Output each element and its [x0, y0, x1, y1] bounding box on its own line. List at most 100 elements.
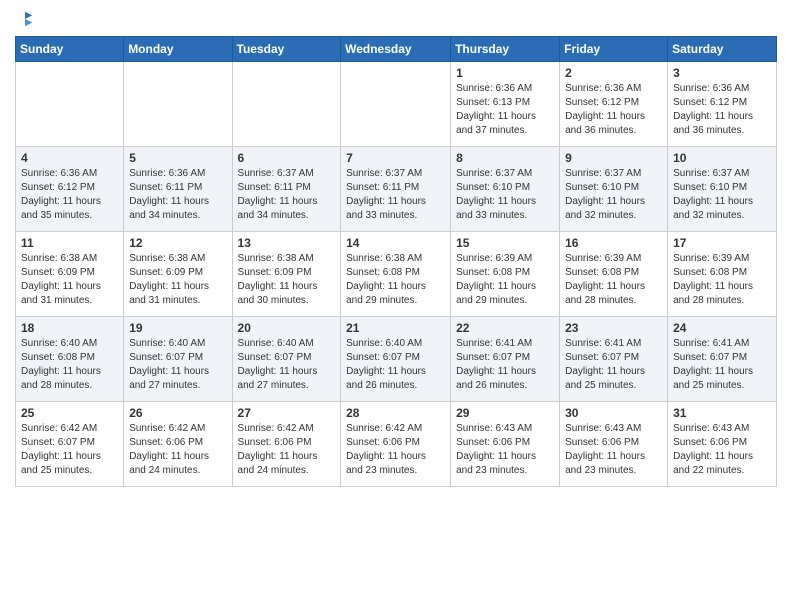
day-number: 6 — [238, 151, 336, 165]
day-info: Sunrise: 6:40 AMSunset: 6:07 PMDaylight:… — [238, 337, 336, 393]
calendar-header-monday: Monday — [124, 37, 232, 62]
calendar-cell: 7 Sunrise: 6:37 AMSunset: 6:11 PMDaylight… — [341, 147, 451, 232]
day-number: 30 — [565, 406, 662, 420]
calendar-cell: 16Sunrise: 6:39 AMSunset: 6:08 PMDayligh… — [560, 232, 668, 317]
calendar-cell: 31 Sunrise: 6:43 AMSunset: 6:06 PMDayligh… — [668, 402, 777, 487]
calendar-cell: 24Sunrise: 6:41 AMSunset: 6:07 PMDayligh… — [668, 317, 777, 402]
logo-flag-icon — [16, 10, 34, 28]
day-number: 27 — [238, 406, 336, 420]
day-number: 8 — [456, 151, 554, 165]
day-info: Sunrise: 6:43 AMSunset: 6:06 PMDaylight:… — [673, 422, 771, 478]
day-number: 20 — [238, 321, 336, 335]
calendar-cell: 30 Sunrise: 6:43 AMSunset: 6:06 PMDayligh… — [560, 402, 668, 487]
day-info: Sunrise: 6:36 AMSunset: 6:12 PMDaylight:… — [565, 82, 662, 138]
calendar-header-wednesday: Wednesday — [341, 37, 451, 62]
day-number: 2 — [565, 66, 662, 80]
calendar-cell: 6 Sunrise: 6:37 AMSunset: 6:11 PMDaylight… — [232, 147, 341, 232]
day-number: 31 — [673, 406, 771, 420]
day-info: Sunrise: 6:41 AMSunset: 6:07 PMDaylight:… — [456, 337, 554, 393]
day-info: Sunrise: 6:39 AMSunset: 6:08 PMDaylight:… — [673, 252, 771, 308]
day-number: 3 — [673, 66, 771, 80]
calendar-cell: 18 Sunrise: 6:40 AMSunset: 6:08 PMDayligh… — [16, 317, 124, 402]
calendar-cell: 15Sunrise: 6:39 AMSunset: 6:08 PMDayligh… — [451, 232, 560, 317]
day-info: Sunrise: 6:42 AMSunset: 6:06 PMDaylight:… — [346, 422, 445, 478]
calendar-cell — [341, 62, 451, 147]
day-number: 26 — [129, 406, 226, 420]
header — [15, 10, 777, 28]
day-number: 4 — [21, 151, 118, 165]
day-info: Sunrise: 6:36 AMSunset: 6:12 PMDaylight:… — [21, 167, 118, 223]
day-info: Sunrise: 6:40 AMSunset: 6:08 PMDaylight:… — [21, 337, 118, 393]
day-number: 28 — [346, 406, 445, 420]
day-info: Sunrise: 6:42 AMSunset: 6:07 PMDaylight:… — [21, 422, 118, 478]
day-number: 22 — [456, 321, 554, 335]
calendar-cell: 25Sunrise: 6:42 AMSunset: 6:07 PMDayligh… — [16, 402, 124, 487]
day-info: Sunrise: 6:43 AMSunset: 6:06 PMDaylight:… — [456, 422, 554, 478]
calendar-header-thursday: Thursday — [451, 37, 560, 62]
day-info: Sunrise: 6:39 AMSunset: 6:08 PMDaylight:… — [565, 252, 662, 308]
calendar-week-2: 4 Sunrise: 6:36 AMSunset: 6:12 PMDaylight… — [16, 147, 777, 232]
calendar-cell: 21 Sunrise: 6:40 AMSunset: 6:07 PMDayligh… — [341, 317, 451, 402]
calendar-cell: 26 Sunrise: 6:42 AMSunset: 6:06 PMDayligh… — [124, 402, 232, 487]
calendar-week-3: 11 Sunrise: 6:38 AMSunset: 6:09 PMDayligh… — [16, 232, 777, 317]
day-info: Sunrise: 6:38 AMSunset: 6:09 PMDaylight:… — [129, 252, 226, 308]
calendar-cell: 9Sunrise: 6:37 AMSunset: 6:10 PMDaylight… — [560, 147, 668, 232]
day-info: Sunrise: 6:38 AMSunset: 6:09 PMDaylight:… — [238, 252, 336, 308]
day-info: Sunrise: 6:42 AMSunset: 6:06 PMDaylight:… — [129, 422, 226, 478]
day-info: Sunrise: 6:38 AMSunset: 6:08 PMDaylight:… — [346, 252, 445, 308]
calendar-cell: 5 Sunrise: 6:36 AMSunset: 6:11 PMDaylight… — [124, 147, 232, 232]
calendar-cell: 8 Sunrise: 6:37 AMSunset: 6:10 PMDaylight… — [451, 147, 560, 232]
day-number: 13 — [238, 236, 336, 250]
calendar-header-row: SundayMondayTuesdayWednesdayThursdayFrid… — [16, 37, 777, 62]
calendar-cell — [124, 62, 232, 147]
calendar-cell: 20 Sunrise: 6:40 AMSunset: 6:07 PMDayligh… — [232, 317, 341, 402]
calendar-cell: 19Sunrise: 6:40 AMSunset: 6:07 PMDayligh… — [124, 317, 232, 402]
logo — [15, 10, 34, 28]
calendar-cell: 3 Sunrise: 6:36 AMSunset: 6:12 PMDaylight… — [668, 62, 777, 147]
day-number: 1 — [456, 66, 554, 80]
day-number: 7 — [346, 151, 445, 165]
day-number: 12 — [129, 236, 226, 250]
day-info: Sunrise: 6:36 AMSunset: 6:13 PMDaylight:… — [456, 82, 554, 138]
day-info: Sunrise: 6:37 AMSunset: 6:11 PMDaylight:… — [346, 167, 445, 223]
day-info: Sunrise: 6:43 AMSunset: 6:06 PMDaylight:… — [565, 422, 662, 478]
day-info: Sunrise: 6:37 AMSunset: 6:10 PMDaylight:… — [456, 167, 554, 223]
calendar-cell — [16, 62, 124, 147]
day-info: Sunrise: 6:36 AMSunset: 6:11 PMDaylight:… — [129, 167, 226, 223]
calendar-cell: 27 Sunrise: 6:42 AMSunset: 6:06 PMDayligh… — [232, 402, 341, 487]
calendar-header-friday: Friday — [560, 37, 668, 62]
calendar-cell: 29 Sunrise: 6:43 AMSunset: 6:06 PMDayligh… — [451, 402, 560, 487]
calendar-week-1: 1 Sunrise: 6:36 AMSunset: 6:13 PMDaylight… — [16, 62, 777, 147]
day-number: 29 — [456, 406, 554, 420]
day-number: 19 — [129, 321, 226, 335]
day-number: 9 — [565, 151, 662, 165]
calendar-cell: 14 Sunrise: 6:38 AMSunset: 6:08 PMDayligh… — [341, 232, 451, 317]
day-info: Sunrise: 6:39 AMSunset: 6:08 PMDaylight:… — [456, 252, 554, 308]
day-number: 10 — [673, 151, 771, 165]
day-number: 11 — [21, 236, 118, 250]
calendar-cell: 13 Sunrise: 6:38 AMSunset: 6:09 PMDayligh… — [232, 232, 341, 317]
day-info: Sunrise: 6:42 AMSunset: 6:06 PMDaylight:… — [238, 422, 336, 478]
day-number: 18 — [21, 321, 118, 335]
day-info: Sunrise: 6:36 AMSunset: 6:12 PMDaylight:… — [673, 82, 771, 138]
calendar-cell: 2 Sunrise: 6:36 AMSunset: 6:12 PMDaylight… — [560, 62, 668, 147]
day-info: Sunrise: 6:38 AMSunset: 6:09 PMDaylight:… — [21, 252, 118, 308]
calendar-cell: 17Sunrise: 6:39 AMSunset: 6:08 PMDayligh… — [668, 232, 777, 317]
calendar-cell: 12 Sunrise: 6:38 AMSunset: 6:09 PMDayligh… — [124, 232, 232, 317]
day-info: Sunrise: 6:37 AMSunset: 6:10 PMDaylight:… — [673, 167, 771, 223]
calendar-week-5: 25Sunrise: 6:42 AMSunset: 6:07 PMDayligh… — [16, 402, 777, 487]
day-info: Sunrise: 6:40 AMSunset: 6:07 PMDaylight:… — [346, 337, 445, 393]
day-info: Sunrise: 6:37 AMSunset: 6:11 PMDaylight:… — [238, 167, 336, 223]
day-number: 5 — [129, 151, 226, 165]
day-number: 23 — [565, 321, 662, 335]
calendar-week-4: 18 Sunrise: 6:40 AMSunset: 6:08 PMDayligh… — [16, 317, 777, 402]
calendar-cell: 4 Sunrise: 6:36 AMSunset: 6:12 PMDaylight… — [16, 147, 124, 232]
calendar-header-sunday: Sunday — [16, 37, 124, 62]
calendar-cell: 11 Sunrise: 6:38 AMSunset: 6:09 PMDayligh… — [16, 232, 124, 317]
calendar-cell: 22 Sunrise: 6:41 AMSunset: 6:07 PMDayligh… — [451, 317, 560, 402]
calendar-header-tuesday: Tuesday — [232, 37, 341, 62]
day-number: 21 — [346, 321, 445, 335]
calendar-cell — [232, 62, 341, 147]
calendar-cell: 23Sunrise: 6:41 AMSunset: 6:07 PMDayligh… — [560, 317, 668, 402]
day-number: 14 — [346, 236, 445, 250]
